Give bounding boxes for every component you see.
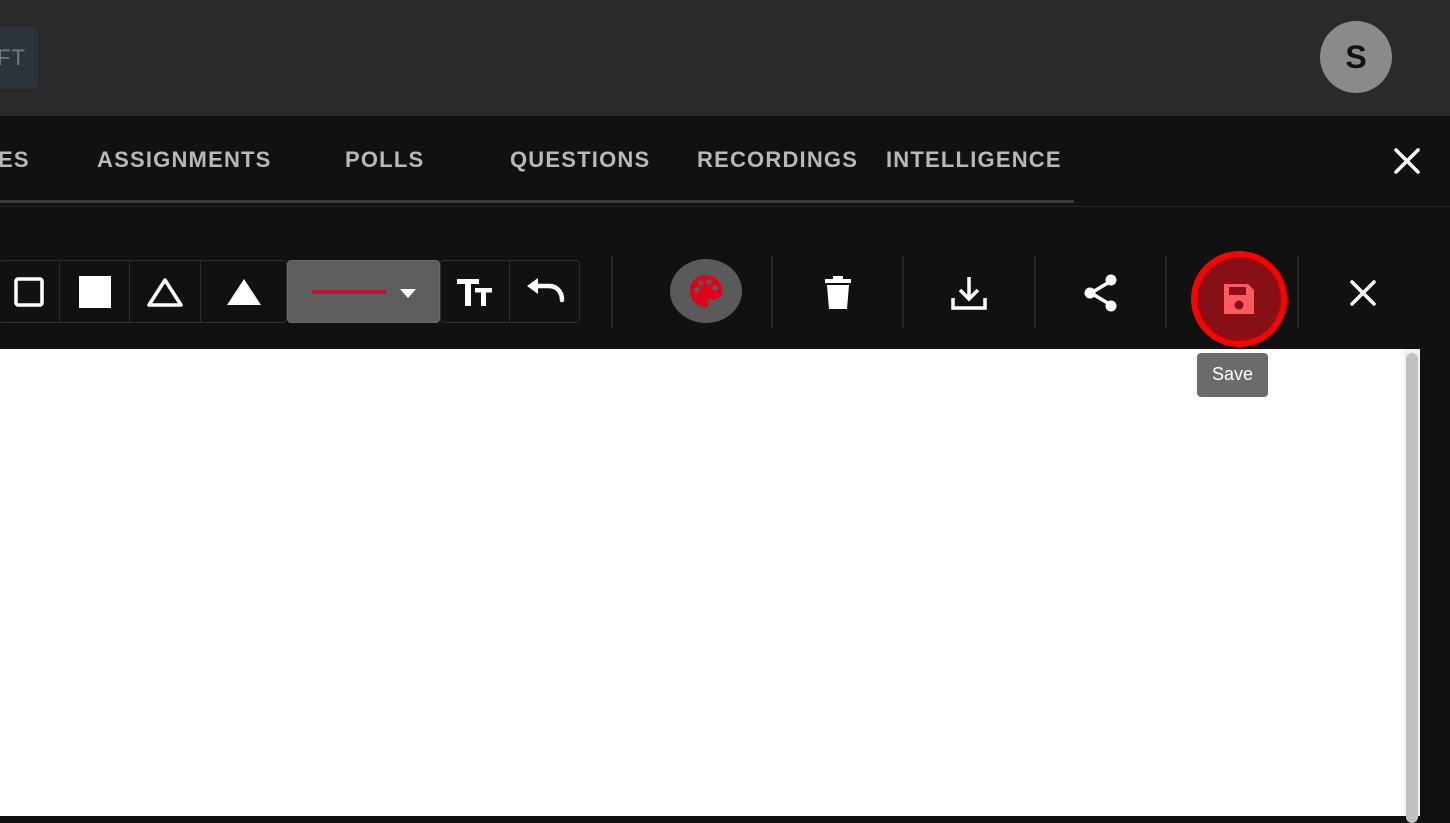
close-icon [1350, 280, 1376, 306]
undo-icon [527, 277, 565, 302]
tab-es[interactable]: ES [0, 140, 30, 180]
whiteboard-canvas[interactable] [0, 349, 1420, 816]
tab-intelligence[interactable]: INTELLIGENCE [886, 140, 1062, 180]
save-button[interactable] [1191, 251, 1287, 347]
toolbar-divider [1297, 256, 1299, 328]
tab-recordings[interactable]: RECORDINGS [697, 140, 858, 180]
save-tooltip: Save [1197, 353, 1268, 397]
share-button[interactable] [1075, 267, 1127, 319]
rectangle-outline-icon [13, 276, 44, 307]
toolbar-divider [771, 256, 773, 328]
download-button[interactable] [943, 267, 995, 319]
save-icon [1224, 284, 1254, 314]
save-button-inner [1201, 261, 1277, 337]
rectangle-filled-icon [78, 275, 111, 308]
stroke-preview-icon [312, 290, 386, 294]
close-icon [1394, 148, 1420, 174]
top-app-bar: FT S [0, 0, 1450, 116]
undo-button[interactable] [510, 260, 580, 323]
rectangle-filled-tool[interactable] [60, 260, 130, 323]
caret-down-icon [400, 289, 416, 298]
triangle-filled-tool[interactable] [201, 260, 287, 323]
delete-icon [825, 276, 851, 309]
tab-polls[interactable]: POLLS [345, 140, 424, 180]
right-edge-strip [1420, 349, 1450, 816]
tabs-bar: ES ASSIGNMENTS POLLS QUESTIONS RECORDING… [0, 116, 1450, 206]
avatar[interactable]: S [1320, 21, 1392, 93]
drawing-toolbar [0, 206, 1450, 349]
text-size-tool[interactable] [440, 260, 510, 323]
text-size-icon [456, 278, 492, 306]
color-palette-button[interactable] [670, 259, 742, 323]
toolbar-divider [611, 256, 613, 328]
palette-icon [690, 275, 722, 307]
tab-questions[interactable]: QUESTIONS [510, 140, 650, 180]
triangle-outline-icon [147, 277, 183, 307]
close-toolbar-button[interactable] [1337, 267, 1389, 319]
delete-button[interactable] [812, 267, 864, 319]
share-icon [1084, 274, 1117, 312]
toolbar-divider [1165, 256, 1167, 328]
toolbar-divider [1034, 256, 1036, 328]
rectangle-outline-tool[interactable] [0, 260, 60, 323]
triangle-filled-icon [227, 278, 261, 305]
toolbar-divider [902, 256, 904, 328]
download-icon [951, 277, 987, 310]
triangle-outline-tool[interactable] [130, 260, 201, 323]
left-chip[interactable]: FT [0, 27, 38, 89]
panel-close-button[interactable] [1386, 140, 1428, 182]
stroke-style-select[interactable] [287, 260, 440, 323]
tabs-underline [0, 200, 1074, 203]
vertical-scrollbar-thumb[interactable] [1406, 353, 1418, 823]
tab-assignments[interactable]: ASSIGNMENTS [97, 140, 272, 180]
